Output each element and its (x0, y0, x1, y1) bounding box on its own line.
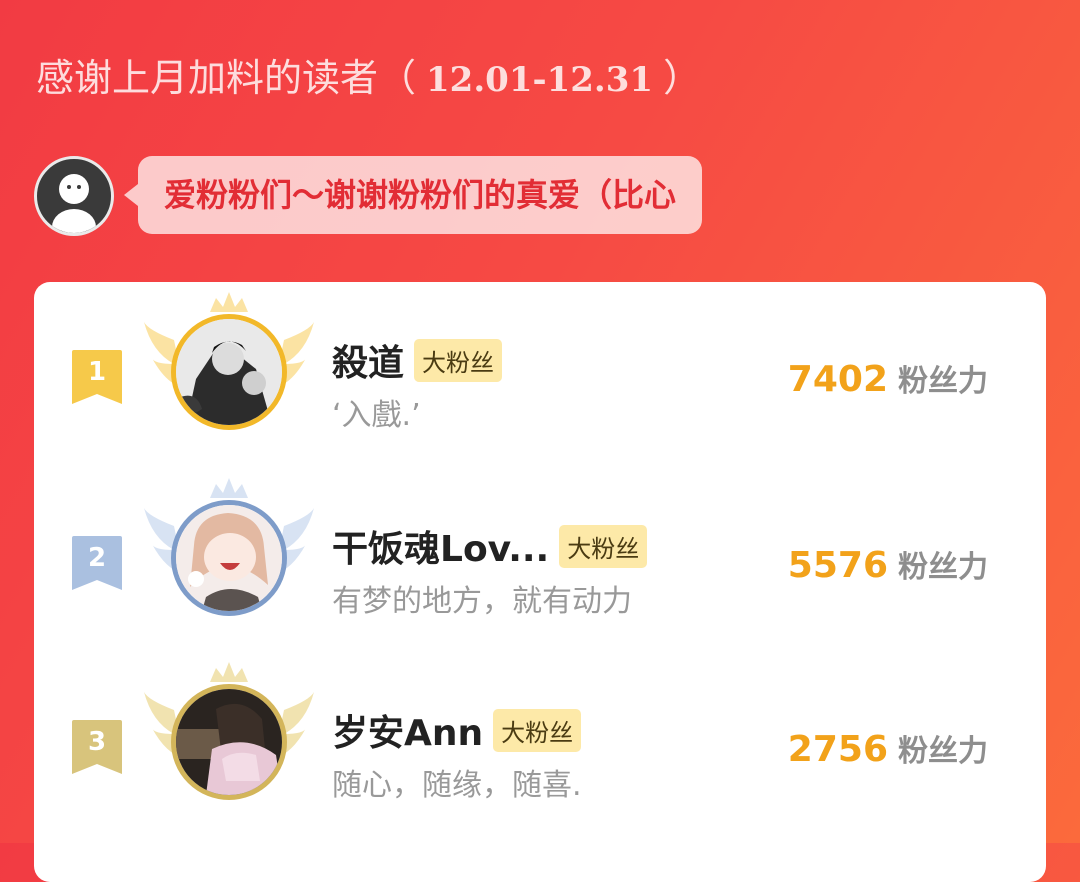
fan-name[interactable]: 岁安Ann (332, 704, 483, 756)
fan-level-badge: 大粉丝 (414, 338, 503, 382)
score-value: 5576 (787, 545, 888, 586)
fan-avatar[interactable] (171, 314, 287, 430)
fan-score: 7402 粉丝力 (788, 356, 988, 400)
fan-signature: ‘入戲.’ (332, 398, 421, 433)
fan-ranking-card: 1 殺道 大粉丝 ‘入戲.’ 7402 粉丝力 2 干饭魂Lov... 大粉丝 … (34, 282, 1046, 882)
fan-score: 5576 粉丝力 (788, 542, 988, 586)
avatar-image (176, 319, 282, 425)
fan-signature: 有梦的地方，就有动力 (332, 584, 632, 619)
fan-name-line: 干饭魂Lov... 大粉丝 (332, 520, 648, 572)
page-title: 感谢上月加料的读者（ 12.01-12.31） (36, 48, 701, 108)
title-suffix: ） (663, 56, 702, 100)
fan-row[interactable]: 1 殺道 大粉丝 ‘入戲.’ 7402 粉丝力 (34, 292, 1046, 442)
fan-avatar[interactable] (171, 500, 287, 616)
date-range: 12.01-12.31 (426, 60, 654, 100)
score-value: 2756 (787, 729, 888, 770)
fan-signature: 随心，随缘，随喜. (332, 768, 582, 803)
fan-name-line: 岁安Ann 大粉丝 (332, 704, 582, 756)
author-avatar[interactable] (34, 156, 114, 236)
rank-1-badge: 1 (72, 350, 122, 404)
score-unit: 粉丝力 (898, 550, 988, 585)
score-unit: 粉丝力 (898, 364, 988, 399)
score-unit: 粉丝力 (898, 734, 988, 769)
default-user-icon (52, 174, 96, 233)
fan-name-line: 殺道 大粉丝 (332, 334, 503, 386)
rank-2-badge: 2 (72, 536, 122, 590)
avatar-image (176, 689, 282, 795)
rank-number: 3 (87, 727, 107, 757)
fan-avatar[interactable] (171, 684, 287, 800)
fan-name[interactable]: 殺道 (332, 334, 404, 386)
avatar-frame (144, 292, 314, 442)
rank-number: 2 (87, 543, 107, 573)
fan-row[interactable]: 2 干饭魂Lov... 大粉丝 有梦的地方，就有动力 5576 粉丝力 (34, 478, 1046, 628)
rank-3-badge: 3 (72, 720, 122, 774)
fan-score: 2756 粉丝力 (788, 726, 988, 770)
score-value: 7402 (787, 359, 888, 400)
rank-number: 1 (87, 357, 107, 387)
avatar-frame (144, 478, 314, 628)
fan-level-badge: 大粉丝 (559, 524, 648, 568)
title-prefix: 感谢上月加料的读者（ (36, 56, 417, 100)
fan-name[interactable]: 干饭魂Lov... (332, 520, 549, 572)
avatar-image (176, 505, 282, 611)
fan-level-badge: 大粉丝 (493, 708, 582, 752)
fan-row[interactable]: 3 岁安Ann 大粉丝 随心，随缘，随喜. 2756 粉丝力 (34, 662, 1046, 812)
avatar-frame (144, 662, 314, 812)
author-message-bubble: 爱粉粉们～谢谢粉粉们的真爱（比心 (123, 156, 703, 234)
